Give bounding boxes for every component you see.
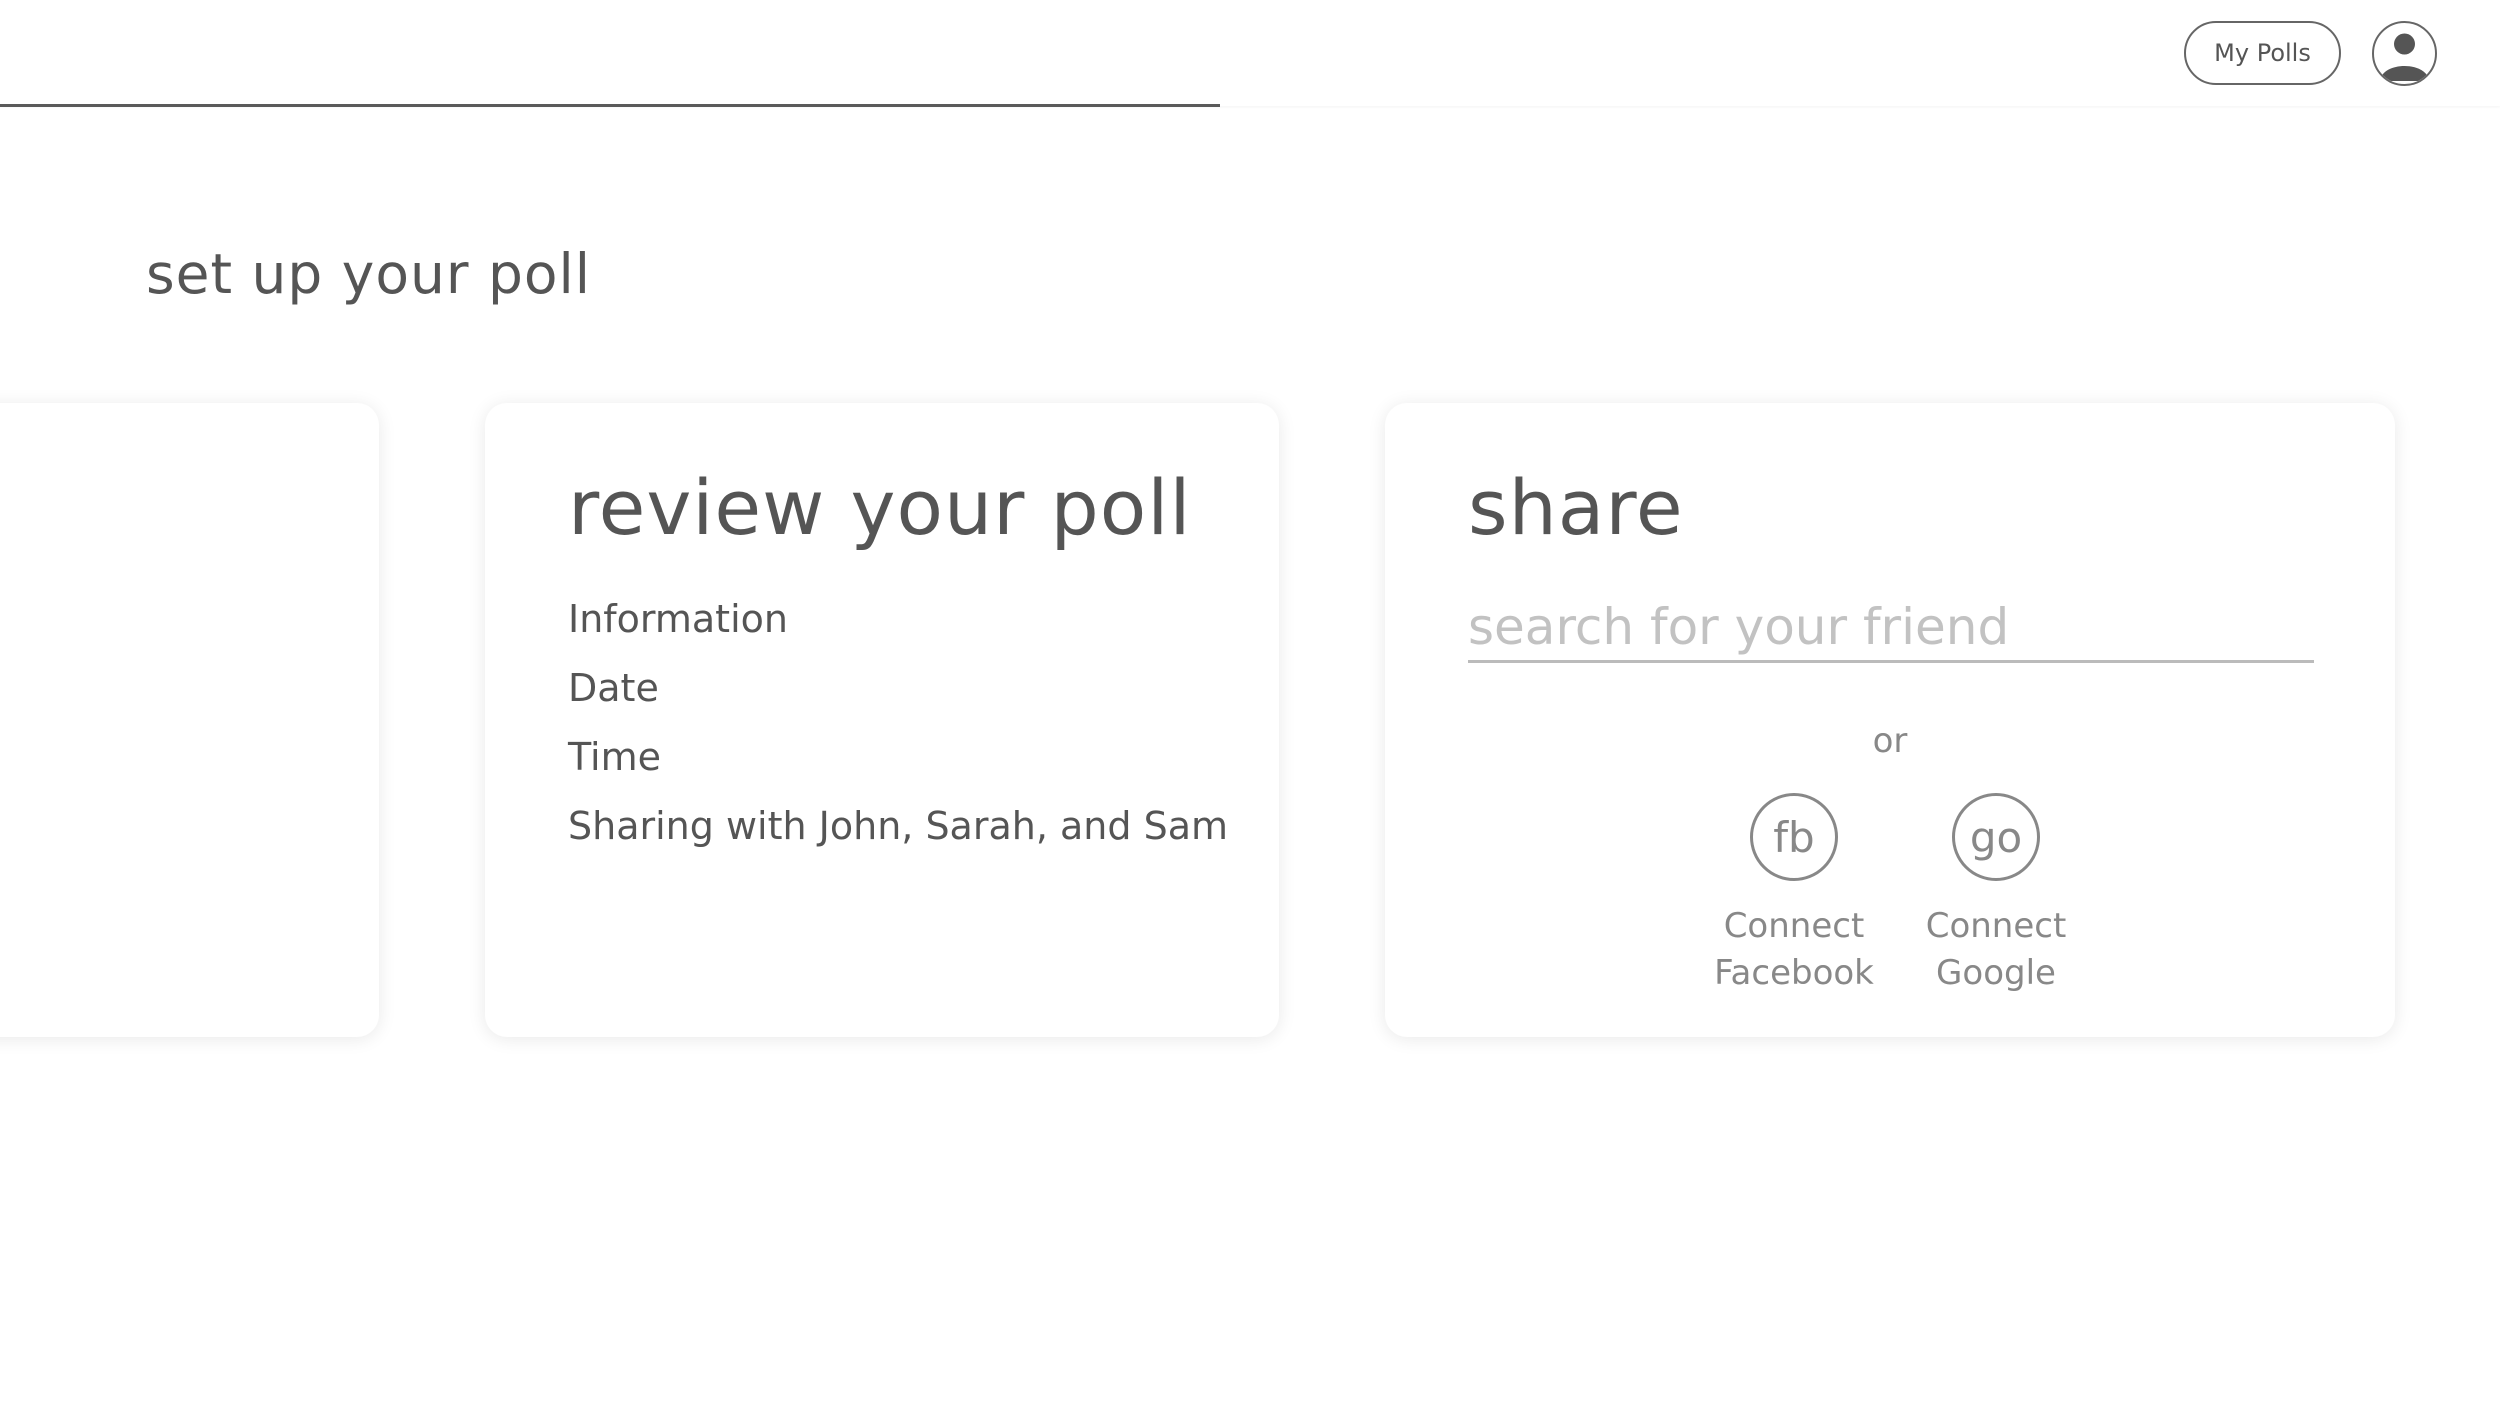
user-avatar-icon[interactable] xyxy=(2372,21,2437,86)
connect-google-label: Connect Google xyxy=(1925,906,2067,993)
my-polls-button[interactable]: My Polls xyxy=(2184,21,2341,85)
page: My Polls set up your poll review your po… xyxy=(0,0,2500,1406)
connect-facebook-button[interactable]: fb Connect Facebook xyxy=(1704,793,1884,997)
friend-search-input[interactable] xyxy=(1468,593,2314,663)
review-item-sharing: Sharing with John, Sarah, and Sam xyxy=(568,804,1228,848)
review-item-information: Information xyxy=(568,597,788,641)
share-card: share or fb Connect Facebook go Connect … xyxy=(1385,403,2395,1037)
previous-step-card xyxy=(0,403,379,1037)
progress-bar xyxy=(0,104,2500,107)
top-bar: My Polls xyxy=(0,0,2500,107)
review-heading: review your poll xyxy=(568,463,1192,552)
or-separator: or xyxy=(1872,721,1908,761)
facebook-icon: fb xyxy=(1750,793,1838,881)
google-icon: go xyxy=(1952,793,2040,881)
review-item-time: Time xyxy=(568,735,661,779)
share-heading: share xyxy=(1468,463,1684,552)
connect-google-button[interactable]: go Connect Google xyxy=(1906,793,2086,997)
connect-facebook-label: Connect Facebook xyxy=(1714,906,1874,993)
review-item-date: Date xyxy=(568,666,659,710)
review-details-list: Information Date Time Sharing with John,… xyxy=(568,595,1228,871)
page-title: set up your poll xyxy=(146,242,592,306)
progress-bar-fill xyxy=(0,104,1220,107)
review-poll-card: review your poll Information Date Time S… xyxy=(485,403,1279,1037)
